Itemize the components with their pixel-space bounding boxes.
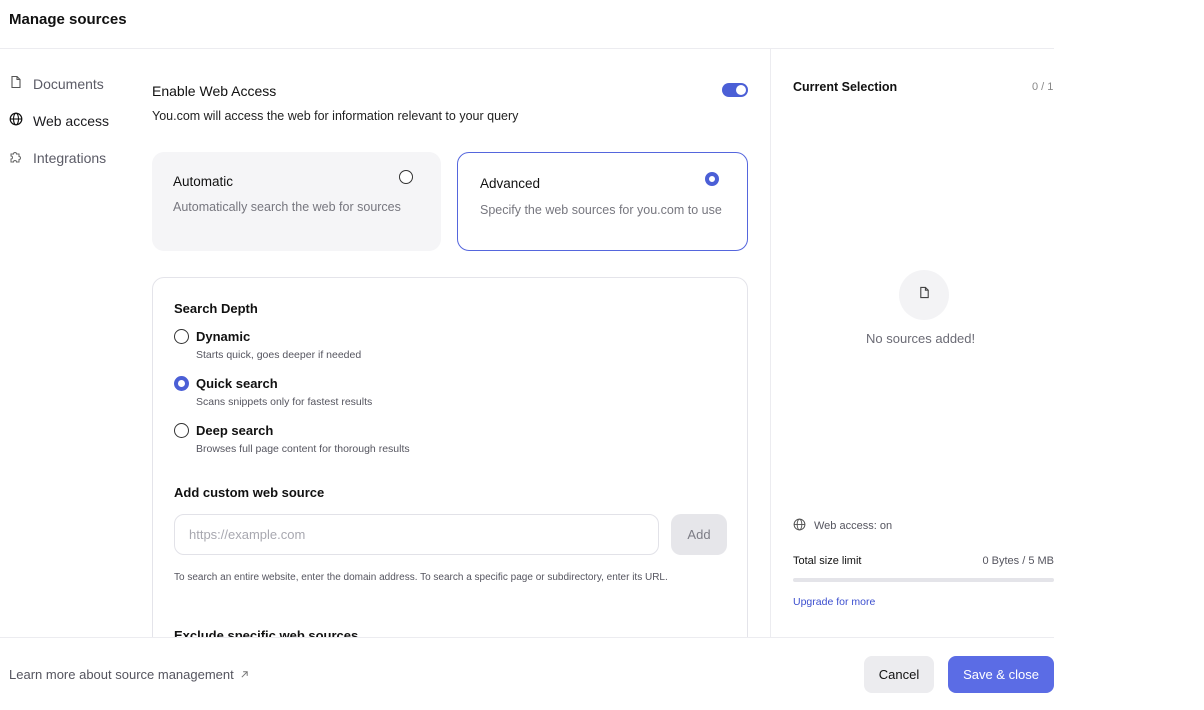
custom-source-input[interactable]: [174, 514, 659, 555]
exclude-sources-title: Exclude specific web sources: [174, 628, 359, 637]
depth-option-sub: Starts quick, goes deeper if needed: [196, 349, 362, 361]
size-limit-label: Total size limit: [793, 555, 862, 567]
size-limit-value: 0 Bytes / 5 MB: [982, 555, 1054, 567]
panel-divider: [770, 49, 771, 637]
current-selection-title: Current Selection: [793, 80, 898, 94]
mode-title: Advanced: [480, 176, 541, 191]
mode-description: Automatically search the web for sources: [173, 200, 401, 214]
radio-quick-search[interactable]: [174, 376, 189, 391]
advanced-settings-box: Search Depth Dynamic Starts quick, goes …: [152, 277, 748, 637]
depth-option-label: Deep search: [196, 423, 274, 438]
upgrade-link[interactable]: Upgrade for more: [793, 596, 875, 608]
web-access-panel: Enable Web Access You.com will access th…: [0, 49, 770, 637]
web-access-title: Enable Web Access: [152, 83, 277, 99]
save-close-button[interactable]: Save & close: [948, 656, 1054, 693]
depth-option-label: Quick search: [196, 376, 278, 391]
arrow-up-right-icon: [240, 667, 249, 682]
search-depth-title: Search Depth: [174, 301, 258, 316]
add-source-button[interactable]: Add: [671, 514, 727, 555]
custom-source-help: To search an entire website, enter the d…: [174, 572, 668, 583]
selection-count: 0 / 1: [1032, 81, 1054, 93]
empty-state-text: No sources added!: [866, 331, 976, 346]
radio-deep-search[interactable]: [174, 423, 189, 438]
mode-card-advanced[interactable]: Advanced Specify the web sources for you…: [457, 152, 748, 251]
radio-dynamic[interactable]: [174, 329, 189, 344]
mode-radio-automatic[interactable]: [399, 170, 413, 184]
empty-state-badge: [899, 270, 949, 320]
depth-option-label: Dynamic: [196, 329, 251, 344]
cancel-button[interactable]: Cancel: [864, 656, 934, 693]
mode-title: Automatic: [173, 174, 234, 189]
custom-source-title: Add custom web source: [174, 485, 325, 500]
learn-more-link[interactable]: Learn more about source management: [9, 667, 249, 682]
depth-option-sub: Browses full page content for thorough r…: [196, 443, 410, 455]
globe-icon: [793, 518, 806, 534]
web-access-status: Web access: on: [793, 518, 892, 534]
document-icon: [918, 286, 931, 304]
page-title: Manage sources: [9, 11, 127, 28]
size-progress-bar: [793, 578, 1054, 582]
depth-option-sub: Scans snippets only for fastest results: [196, 396, 373, 408]
learn-more-label: Learn more about source management: [9, 667, 234, 682]
mode-description: Specify the web sources for you.com to u…: [480, 203, 722, 217]
mode-radio-advanced[interactable]: [705, 172, 719, 186]
mode-card-automatic[interactable]: Automatic Automatically search the web f…: [152, 152, 441, 251]
footer-divider: [0, 637, 1054, 638]
web-access-description: You.com will access the web for informat…: [152, 109, 519, 123]
toggle-knob: [736, 85, 746, 95]
web-access-status-label: Web access: on: [814, 520, 893, 532]
web-access-toggle[interactable]: [722, 83, 748, 97]
